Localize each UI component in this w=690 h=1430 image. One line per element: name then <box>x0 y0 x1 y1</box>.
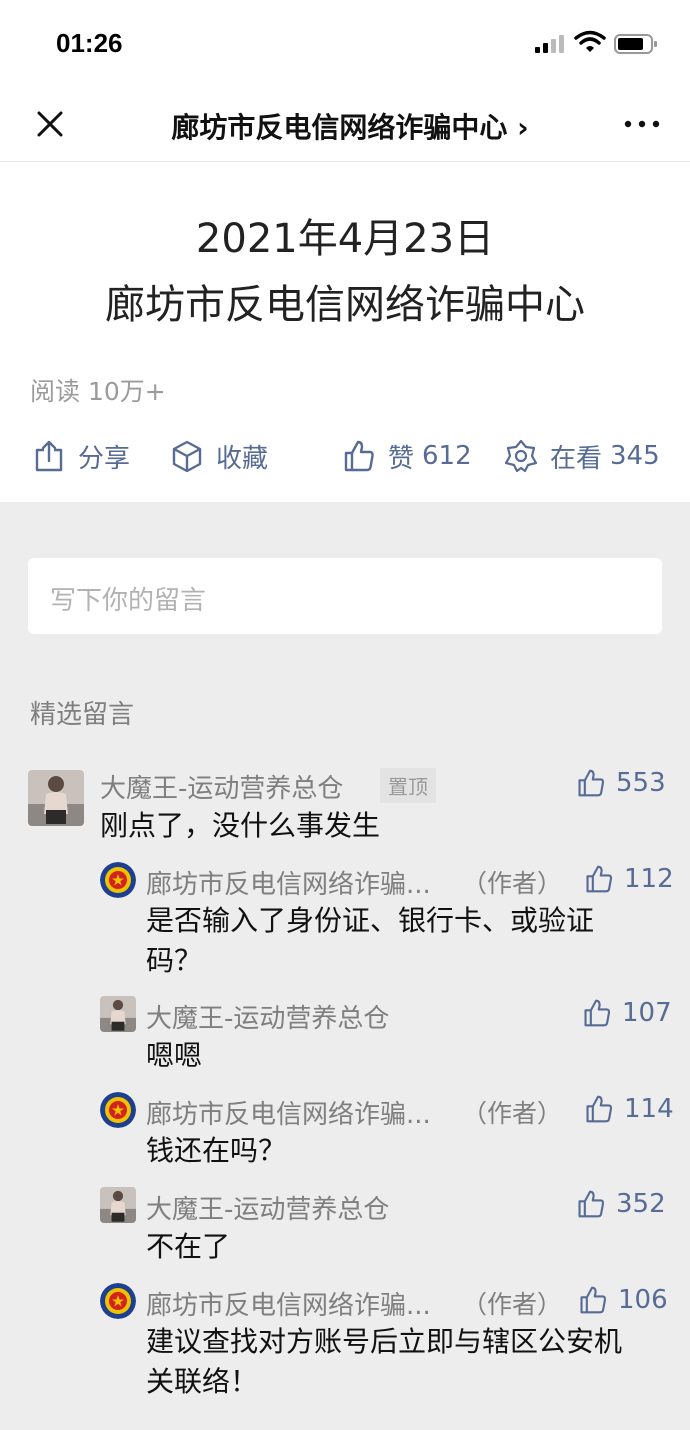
more-icon[interactable] <box>620 108 664 140</box>
police-badge-icon <box>100 862 136 898</box>
clock: 01:26 <box>56 28 123 58</box>
author-tag: （作者） <box>462 1290 563 1319</box>
user-photo-icon <box>100 996 136 1032</box>
pinned-badge: 置顶 <box>380 768 436 803</box>
comment-like-button[interactable]: 106 <box>578 1285 668 1315</box>
avatar[interactable] <box>100 1187 136 1223</box>
comment-like-button[interactable]: 114 <box>584 1094 674 1124</box>
message-date: 2021年4月23日 <box>195 216 495 262</box>
reply-author: 大魔王-运动营养总仓 <box>146 1195 390 1225</box>
action-bar: 分享 收藏 赞 612 在看 345 <box>0 428 690 484</box>
nav-bar: 廊坊市反电信网络诈骗中心 › <box>0 88 690 162</box>
battery-icon <box>614 34 657 54</box>
avatar[interactable] <box>100 1092 136 1128</box>
comment-like-count: 553 <box>616 768 666 798</box>
close-icon[interactable] <box>34 108 66 140</box>
comment-text: 刚点了，没什么事发生 <box>100 809 381 842</box>
user-photo-icon <box>100 1187 136 1223</box>
reply-text: 钱还在吗？ <box>146 1134 287 1167</box>
avatar[interactable] <box>100 862 136 898</box>
share-button[interactable]: 分享 <box>32 436 130 476</box>
comment-author: 大魔王-运动营养总仓 <box>100 774 344 804</box>
author-tag: （作者） <box>462 869 563 898</box>
avatar[interactable] <box>100 1283 136 1319</box>
reply-text-line-2: 关联络！ <box>146 1365 259 1398</box>
reply-text-line-2: 码？ <box>146 944 203 977</box>
comment-like-count: 106 <box>618 1285 668 1315</box>
message-body: 廊坊市反电信网络诈骗中心 <box>105 282 585 328</box>
comment-input[interactable]: 写下你的留言 <box>28 558 662 634</box>
comment-placeholder: 写下你的留言 <box>50 586 207 616</box>
police-badge-icon <box>100 1092 136 1128</box>
watching-count: 345 <box>610 441 660 471</box>
thumbs-up-icon <box>580 1286 607 1314</box>
thumbs-up-icon <box>586 1095 613 1123</box>
cellular-signal-icon <box>535 35 564 53</box>
reply-author: 廊坊市反电信网络诈骗... <box>146 1100 431 1130</box>
reply-author: 廊坊市反电信网络诈骗... <box>146 1291 431 1321</box>
like-button[interactable]: 赞 612 <box>342 436 472 476</box>
status-bar: 01:26 <box>0 0 690 88</box>
wifi-icon <box>574 30 606 52</box>
account-title-link[interactable]: 廊坊市反电信网络诈骗中心 › <box>140 106 560 146</box>
reply-author: 廊坊市反电信网络诈骗... <box>146 870 431 900</box>
thumbs-up-icon <box>578 1190 605 1218</box>
comment-like-count: 112 <box>624 864 674 894</box>
watching-icon <box>504 439 538 473</box>
reply-author: 大魔王-运动营养总仓 <box>146 1004 390 1034</box>
share-icon <box>35 440 63 472</box>
reply-text: 不在了 <box>146 1230 231 1263</box>
favorite-button[interactable]: 收藏 <box>170 436 268 476</box>
comment-like-count: 114 <box>624 1094 674 1124</box>
comment-like-button[interactable]: 352 <box>576 1189 666 1219</box>
comment-like-button[interactable]: 553 <box>576 768 666 798</box>
thumbs-up-icon <box>584 999 611 1027</box>
police-badge-icon <box>100 1283 136 1319</box>
thumbs-up-icon <box>586 865 613 893</box>
cube-icon <box>172 440 202 473</box>
thumbs-up-icon <box>344 440 374 472</box>
thumbs-up-icon <box>578 769 605 797</box>
comment-like-count: 352 <box>616 1189 666 1219</box>
article-footer: 01:26 廊坊市反电信网络诈骗中心 › 2021年4月23日 廊坊市反电信网络… <box>0 0 690 502</box>
like-count: 612 <box>422 441 472 471</box>
avatar[interactable] <box>100 996 136 1032</box>
reply-text: 嗯嗯 <box>146 1039 203 1072</box>
favorite-label: 收藏 <box>216 443 269 474</box>
comment-like-button[interactable]: 112 <box>584 864 674 894</box>
reply-text-line-1: 建议查找对方账号后立即与辖区公安机 <box>146 1325 623 1358</box>
watching-label: 在看 <box>550 443 603 474</box>
featured-comments-title: 精选留言 <box>30 700 135 730</box>
author-tag: （作者） <box>462 1099 563 1128</box>
share-label: 分享 <box>78 443 131 474</box>
read-count: 阅读 10万+ <box>30 377 166 406</box>
like-label: 赞 <box>388 443 415 474</box>
user-photo-icon <box>28 770 84 826</box>
comment-like-button[interactable]: 107 <box>582 998 672 1028</box>
watching-button[interactable]: 在看 345 <box>504 436 660 476</box>
avatar[interactable] <box>28 770 84 826</box>
comment-like-count: 107 <box>622 998 672 1028</box>
reply-text-line-1: 是否输入了身份证、银行卡、或验证 <box>146 904 595 937</box>
